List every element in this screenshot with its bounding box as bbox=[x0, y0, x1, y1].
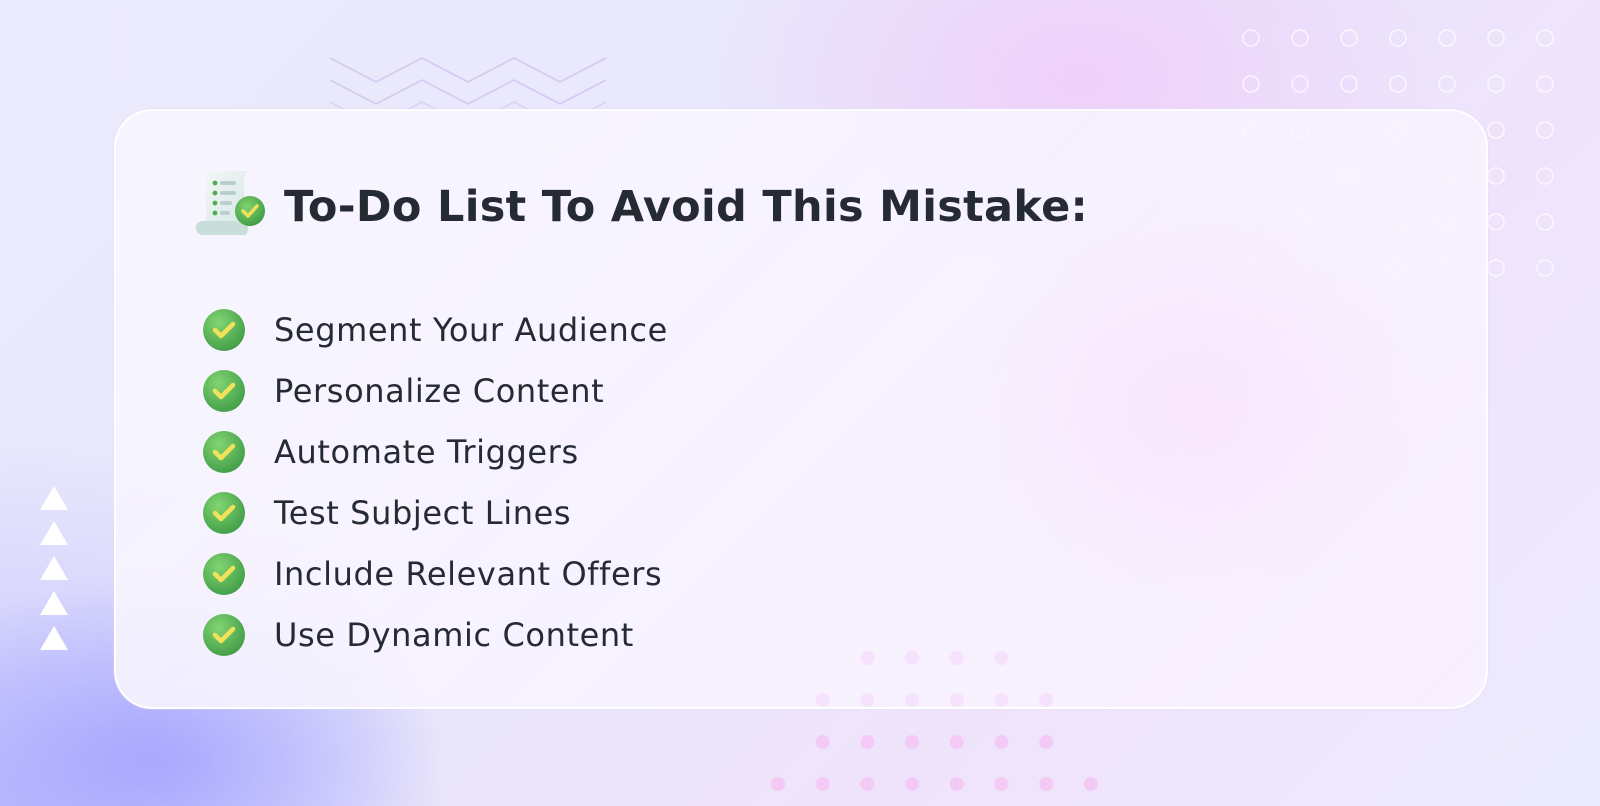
dot-grid-decoration bbox=[771, 651, 1098, 791]
check-circle-icon bbox=[203, 491, 245, 534]
dot-shape bbox=[1083, 777, 1098, 791]
title-row: To-Do List To Avoid This Mistake: bbox=[192, 169, 1088, 245]
checklist-scroll-icon bbox=[196, 171, 265, 235]
ring-shape bbox=[1536, 259, 1554, 277]
triangle-shape bbox=[40, 556, 68, 580]
ring-shape bbox=[1242, 75, 1260, 93]
dot-shape bbox=[1039, 777, 1054, 791]
dot-shape bbox=[905, 651, 920, 665]
ring-shape bbox=[1242, 29, 1260, 47]
dot-shape bbox=[1039, 735, 1054, 749]
todo-card: To-Do List To Avoid This Mistake: Segmen… bbox=[114, 109, 1488, 709]
dot-shape bbox=[860, 735, 875, 749]
dot-shape bbox=[994, 651, 1009, 665]
ring-shape bbox=[1487, 167, 1505, 185]
dot-shape bbox=[949, 693, 964, 707]
todo-list: Segment Your Audience Personalize Conten… bbox=[202, 299, 668, 665]
dot-shape bbox=[905, 693, 920, 707]
ring-shape bbox=[1438, 75, 1456, 93]
dot-shape bbox=[1039, 693, 1054, 707]
dot-shape bbox=[949, 651, 964, 665]
list-item: Include Relevant Offers bbox=[202, 543, 668, 604]
triangle-shape bbox=[40, 521, 68, 545]
dot-shape bbox=[949, 777, 964, 791]
page-title: To-Do List To Avoid This Mistake: bbox=[284, 182, 1089, 232]
list-item-label: Segment Your Audience bbox=[274, 310, 668, 349]
ring-shape bbox=[1487, 259, 1505, 277]
dot-shape bbox=[994, 693, 1009, 707]
ring-shape bbox=[1487, 29, 1505, 47]
check-circle-icon bbox=[203, 369, 245, 412]
ring-shape bbox=[1536, 75, 1554, 93]
triangle-shape bbox=[40, 626, 68, 650]
ring-shape bbox=[1536, 29, 1554, 47]
ring-shape bbox=[1389, 29, 1407, 47]
dot-shape bbox=[860, 651, 875, 665]
ring-shape bbox=[1340, 29, 1358, 47]
card-glow bbox=[936, 191, 1436, 611]
list-item: Test Subject Lines bbox=[202, 482, 668, 543]
check-circle-icon bbox=[203, 613, 245, 656]
triangle-shape bbox=[40, 486, 68, 510]
dot-shape bbox=[815, 777, 830, 791]
ring-shape bbox=[1536, 121, 1554, 139]
dot-shape bbox=[994, 735, 1009, 749]
dot-shape bbox=[949, 735, 964, 749]
triangle-shape bbox=[40, 591, 68, 615]
ring-shape bbox=[1389, 75, 1407, 93]
ring-shape bbox=[1536, 167, 1554, 185]
ring-shape bbox=[1487, 213, 1505, 231]
list-item: Automate Triggers bbox=[202, 421, 668, 482]
dot-shape bbox=[815, 735, 830, 749]
list-item: Use Dynamic Content bbox=[202, 604, 668, 665]
ring-shape bbox=[1291, 75, 1309, 93]
triangle-stack-decoration bbox=[40, 486, 68, 661]
list-item: Segment Your Audience bbox=[202, 299, 668, 360]
ring-shape bbox=[1487, 121, 1505, 139]
ring-shape bbox=[1291, 29, 1309, 47]
list-item-label: Include Relevant Offers bbox=[274, 554, 663, 593]
check-circle-icon bbox=[203, 552, 245, 595]
ring-shape bbox=[1536, 213, 1554, 231]
check-circle-icon bbox=[203, 430, 245, 473]
list-item-label: Automate Triggers bbox=[274, 432, 579, 471]
list-item: Personalize Content bbox=[202, 360, 668, 421]
ring-shape bbox=[1340, 75, 1358, 93]
dot-shape bbox=[860, 777, 875, 791]
ring-shape bbox=[1487, 75, 1505, 93]
dot-shape bbox=[905, 735, 920, 749]
dot-shape bbox=[860, 693, 875, 707]
list-item-label: Personalize Content bbox=[274, 371, 605, 410]
dot-shape bbox=[771, 777, 785, 791]
dot-shape bbox=[905, 777, 920, 791]
ring-shape bbox=[1438, 29, 1456, 47]
dot-shape bbox=[994, 777, 1009, 791]
check-circle-icon bbox=[203, 308, 245, 351]
dot-shape bbox=[815, 693, 830, 707]
list-item-label: Test Subject Lines bbox=[274, 493, 572, 532]
list-item-label: Use Dynamic Content bbox=[274, 615, 634, 654]
